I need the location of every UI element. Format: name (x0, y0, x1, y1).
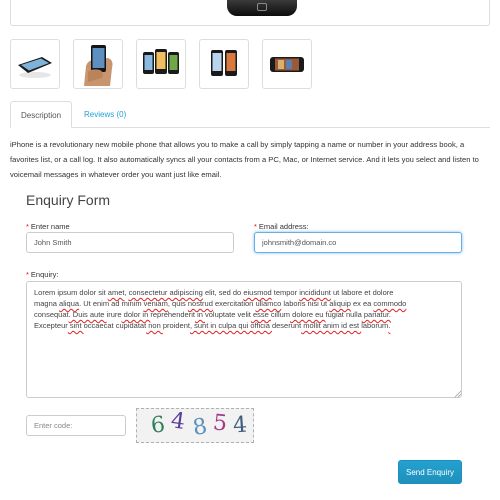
captcha-character: 4 (169, 408, 187, 435)
tab-bar: Description Reviews (0) (10, 101, 490, 128)
tab-description[interactable]: Description (10, 101, 72, 128)
email-label: * Email address: (254, 222, 309, 231)
email-label-text: Email address: (258, 222, 309, 231)
captcha-character: 6 (149, 412, 167, 439)
required-marker: * (26, 222, 29, 231)
enquiry-text-line: consequat. Duis aute irure dolor in repr… (34, 310, 391, 319)
required-marker: * (26, 270, 29, 279)
captcha-character: 8 (190, 413, 210, 442)
enquiry-text-line: Lorem ipsum dolor sit amet, consectetur … (34, 288, 394, 297)
two-iphones-image (211, 50, 237, 76)
required-marker: * (254, 222, 257, 231)
iphone-landscape-image (270, 57, 304, 72)
thumbnail-3[interactable] (136, 39, 186, 89)
iphone-lying-flat-image (18, 57, 52, 78)
resize-grip-icon[interactable] (454, 390, 461, 397)
name-input[interactable] (26, 232, 234, 253)
main-product-image[interactable] (10, 0, 490, 26)
captcha-input[interactable] (26, 415, 126, 436)
thumbnail-5[interactable] (262, 39, 312, 89)
enquiry-text-line: magna aliqua. Ut enim ad minim veniam, q… (34, 299, 407, 308)
form-title: Enquiry Form (26, 192, 111, 208)
iphone-main-image (227, 0, 297, 16)
send-enquiry-button[interactable]: Send Enquiry (398, 460, 462, 484)
captcha-image: 64854 (136, 408, 254, 443)
enquiry-label-text: Enquiry: (30, 270, 59, 279)
email-input[interactable] (254, 232, 462, 253)
thumbnail-4[interactable] (199, 39, 249, 89)
enquiry-text-line: Excepteur sint occaecat cupidatat non pr… (34, 321, 391, 330)
captcha-character: 5 (211, 410, 229, 437)
name-label: * Enter name (26, 222, 70, 231)
enquiry-label: * Enquiry: (26, 270, 58, 279)
tab-reviews[interactable]: Reviews (0) (74, 101, 136, 128)
three-iphones-image (143, 49, 179, 74)
product-description: iPhone is a revolutionary new mobile pho… (10, 140, 479, 179)
thumbnail-2[interactable] (73, 39, 123, 89)
iphone-in-hand-image (84, 45, 113, 86)
name-label-text: Enter name (30, 222, 70, 231)
captcha-character: 4 (232, 412, 248, 439)
thumbnail-1[interactable] (10, 39, 60, 89)
enquiry-textarea[interactable]: Lorem ipsum dolor sit amet, consectetur … (26, 281, 462, 398)
